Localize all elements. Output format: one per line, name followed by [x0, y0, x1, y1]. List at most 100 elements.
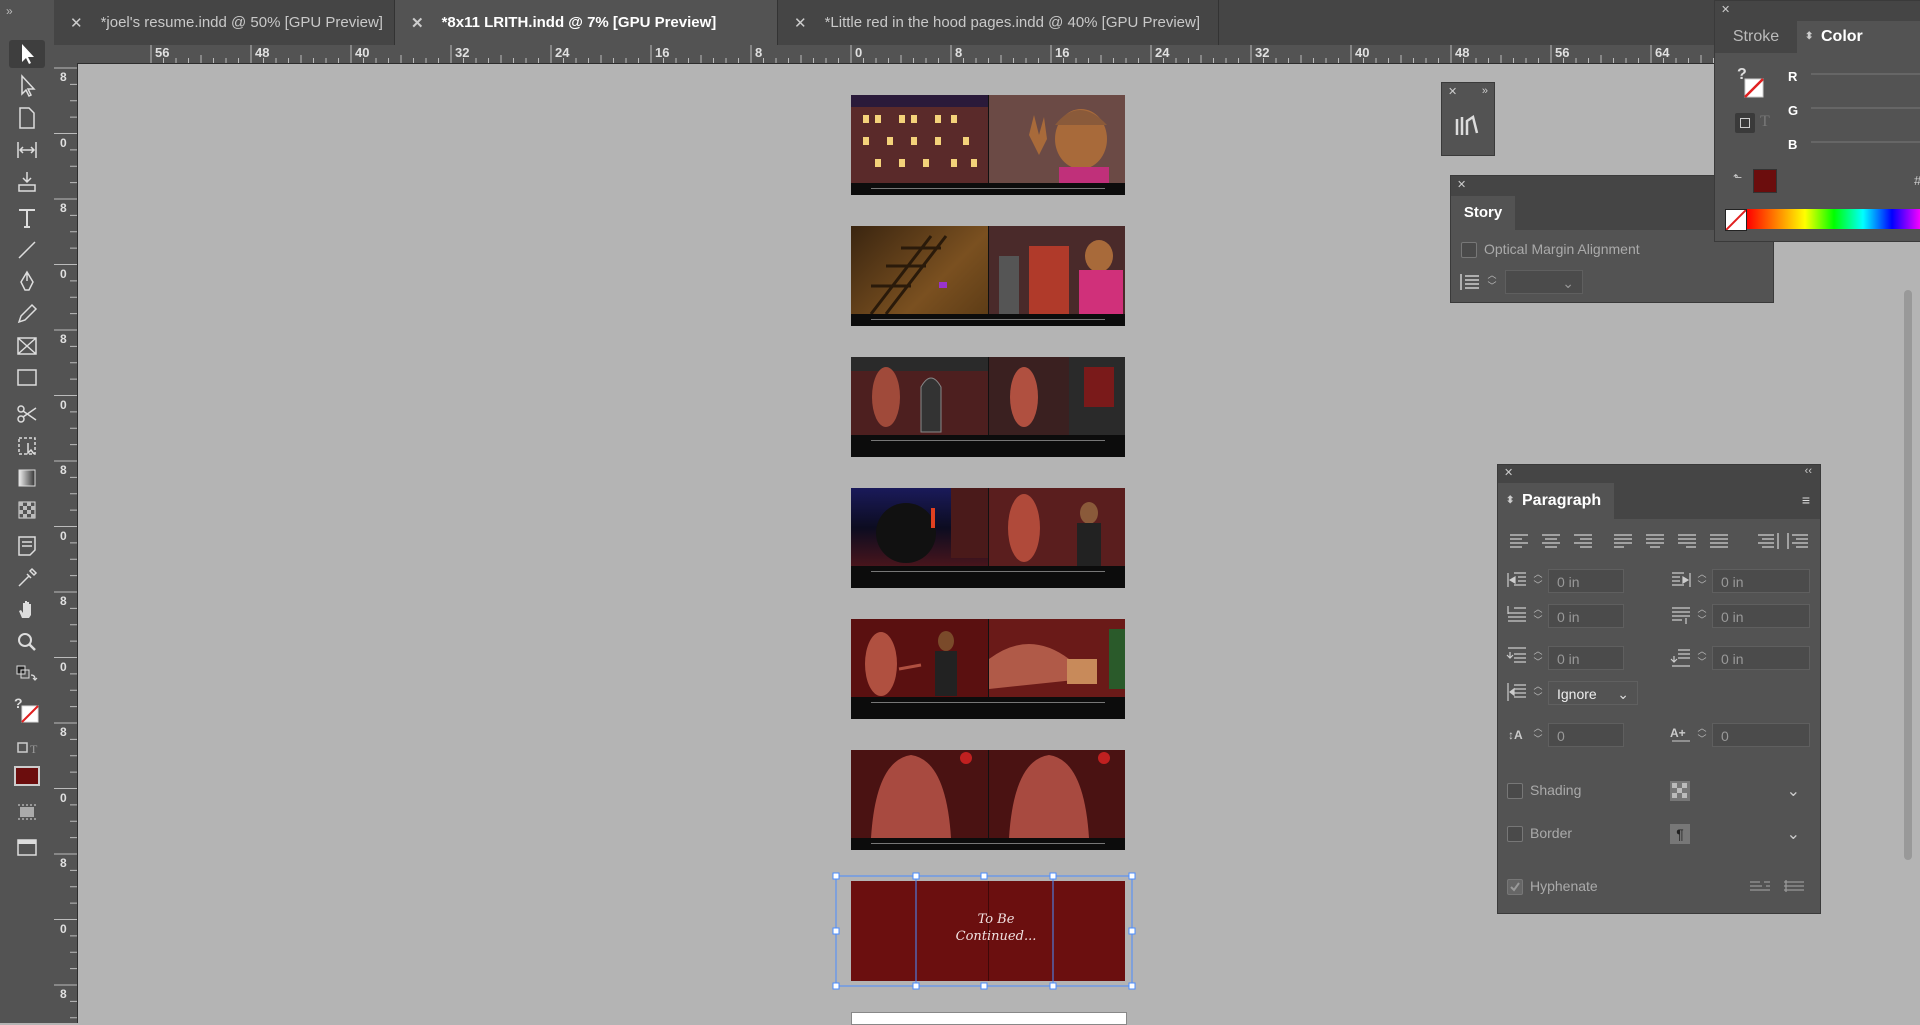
fill-color-swatch[interactable]: [9, 762, 45, 790]
border-color-dropdown[interactable]: ⌄: [1698, 824, 1808, 846]
next-spread[interactable]: [851, 1012, 1127, 1025]
pencil-tool-icon[interactable]: [9, 300, 45, 328]
first-line-indent-stepper[interactable]: ︿ ﹀: [1532, 604, 1544, 628]
border-swatch-icon[interactable]: ¶: [1670, 824, 1690, 844]
default-fill-stroke-icon[interactable]: [9, 662, 45, 690]
container-format-icon[interactable]: [1735, 113, 1755, 133]
spread-5[interactable]: [851, 619, 1125, 719]
close-icon[interactable]: ✕: [1448, 85, 1457, 98]
g-slider[interactable]: [1811, 107, 1920, 109]
right-indent-stepper[interactable]: ︿ ﹀: [1696, 569, 1708, 593]
ruler-origin[interactable]: [54, 45, 78, 64]
selection-tool-icon[interactable]: [9, 40, 45, 68]
first-line-indent-field[interactable]: 0 in: [1548, 604, 1624, 628]
note-tool-icon[interactable]: [9, 532, 45, 560]
spread-6[interactable]: [851, 750, 1125, 850]
optical-margin-size-dropdown[interactable]: ⌄: [1505, 270, 1583, 294]
horizontal-ruler[interactable]: 56 48 40 32 24 16 8 0 8 16 24 32 40 48 56 64: [77, 45, 1717, 64]
tab-color[interactable]: ⬍ Color: [1797, 21, 1920, 53]
hyphenate-checkbox[interactable]: [1507, 879, 1523, 895]
panel-menu-icon[interactable]: ≡: [1802, 492, 1810, 508]
ruler-label: 56: [155, 45, 170, 60]
tab-8x11-lrith[interactable]: ✕ *8x11 LRITH.indd @ 7% [GPU Preview]: [395, 0, 778, 45]
optical-margin-checkbox[interactable]: [1461, 242, 1477, 258]
drop-cap-chars-field[interactable]: 0: [1712, 723, 1810, 747]
formatting-affects-container-icon[interactable]: T: [9, 738, 45, 758]
tab-little-red-pages[interactable]: ✕ *Little red in the hood pages.indd @ 40…: [778, 0, 1219, 45]
last-line-indent-stepper[interactable]: ︿ ﹀: [1696, 604, 1708, 628]
vertical-scrollbar-thumb[interactable]: [1904, 290, 1912, 860]
selection-bounding-box[interactable]: [830, 870, 1140, 992]
tab-paragraph[interactable]: ⬍ Paragraph: [1498, 483, 1614, 519]
out-of-gamut-icon[interactable]: ⬑: [1733, 171, 1742, 184]
cc-libraries-mini-panel[interactable]: ✕ »: [1441, 82, 1495, 156]
align-to-baseline-grid-icon[interactable]: [1782, 879, 1808, 895]
space-before-stepper[interactable]: ︿ ﹀: [1532, 646, 1544, 670]
none-color-swatch[interactable]: [1725, 209, 1747, 231]
scissors-tool-icon[interactable]: [9, 400, 45, 428]
collapse-panel-icon[interactable]: ‹‹: [1805, 465, 1812, 477]
story-tab[interactable]: Story: [1451, 196, 1515, 230]
b-slider[interactable]: [1811, 141, 1920, 143]
gradient-feather-tool-icon[interactable]: [9, 496, 45, 524]
drop-cap-lines-field[interactable]: 0: [1548, 723, 1624, 747]
right-indent-field[interactable]: 0 in: [1712, 569, 1810, 593]
tab-joels-resume[interactable]: ✕ *joel's resume.indd @ 50% [GPU Preview]: [54, 0, 395, 45]
space-before-field[interactable]: 0 in: [1548, 646, 1624, 670]
page-tool-icon[interactable]: [9, 104, 45, 132]
close-icon[interactable]: ✕: [1457, 178, 1466, 191]
border-checkbox[interactable]: [1507, 826, 1523, 842]
spread-4[interactable]: [851, 488, 1125, 588]
left-indent-stepper[interactable]: ︿ ﹀: [1532, 569, 1544, 593]
last-line-indent-field[interactable]: 0 in: [1712, 604, 1810, 628]
drop-cap-lines-stepper[interactable]: ︿ ﹀: [1532, 723, 1544, 747]
expand-panel-icon[interactable]: »: [1482, 85, 1488, 97]
gap-tool-icon[interactable]: [9, 136, 45, 164]
hand-tool-icon[interactable]: [9, 596, 45, 624]
rectangle-frame-tool-icon[interactable]: [9, 332, 45, 360]
screen-mode-icon[interactable]: [9, 834, 45, 862]
r-slider[interactable]: [1811, 73, 1920, 75]
shading-swatch-icon[interactable]: [1670, 781, 1690, 801]
size-stepper[interactable]: ︿ ﹀: [1486, 270, 1498, 294]
drop-cap-chars-stepper[interactable]: ︿ ﹀: [1696, 723, 1708, 747]
close-tab-icon[interactable]: ✕: [411, 14, 424, 32]
pen-tool-icon[interactable]: [9, 268, 45, 296]
free-transform-tool-icon[interactable]: [9, 432, 45, 460]
align-to-grid-stepper[interactable]: ︿ ﹀: [1532, 681, 1544, 705]
rectangle-tool-icon[interactable]: [9, 364, 45, 392]
spread-1[interactable]: [851, 95, 1125, 195]
spread-2[interactable]: [851, 226, 1125, 326]
hex-label: #: [1914, 173, 1920, 188]
close-icon[interactable]: ✕: [1721, 3, 1730, 16]
current-color-swatch[interactable]: [1753, 169, 1777, 193]
content-collector-tool-icon[interactable]: [9, 168, 45, 196]
preview-mode-icon[interactable]: [9, 798, 45, 826]
alignment-buttons[interactable]: [1506, 529, 1812, 555]
close-tab-icon[interactable]: ✕: [70, 14, 83, 32]
shading-checkbox[interactable]: [1507, 783, 1523, 799]
fill-stroke-proxy-icon[interactable]: ?: [1735, 63, 1767, 103]
align-to-grid-dropdown[interactable]: Ignore ⌄: [1548, 681, 1638, 705]
space-after-field[interactable]: 0 in: [1712, 646, 1810, 670]
tab-stroke[interactable]: Stroke: [1715, 21, 1797, 53]
space-after-stepper[interactable]: ︿ ﹀: [1696, 646, 1708, 670]
close-icon[interactable]: ✕: [1504, 466, 1513, 479]
do-not-align-to-grid-icon[interactable]: [1748, 879, 1774, 895]
left-indent-field[interactable]: 0 in: [1548, 569, 1624, 593]
type-tool-icon[interactable]: [9, 204, 45, 232]
fill-stroke-swatch-icon[interactable]: ?: [9, 692, 45, 732]
direct-selection-tool-icon[interactable]: [9, 72, 45, 100]
gradient-tool-icon[interactable]: [9, 464, 45, 492]
expand-toolbar-icon[interactable]: »: [6, 4, 13, 18]
vertical-ruler[interactable]: 8 0 8 0 8 0 8 0 8 0 8 0 8 0 8: [54, 63, 78, 1023]
eyedropper-tool-icon[interactable]: [9, 564, 45, 592]
text-format-icon[interactable]: T: [1760, 113, 1770, 131]
color-spectrum-ramp[interactable]: [1747, 209, 1920, 229]
zoom-tool-icon[interactable]: [9, 628, 45, 656]
line-tool-icon[interactable]: [9, 236, 45, 264]
shading-color-dropdown[interactable]: ⌄: [1698, 781, 1808, 803]
close-tab-icon[interactable]: ✕: [794, 14, 807, 32]
libraries-icon[interactable]: [1455, 115, 1481, 137]
spread-3[interactable]: [851, 357, 1125, 457]
